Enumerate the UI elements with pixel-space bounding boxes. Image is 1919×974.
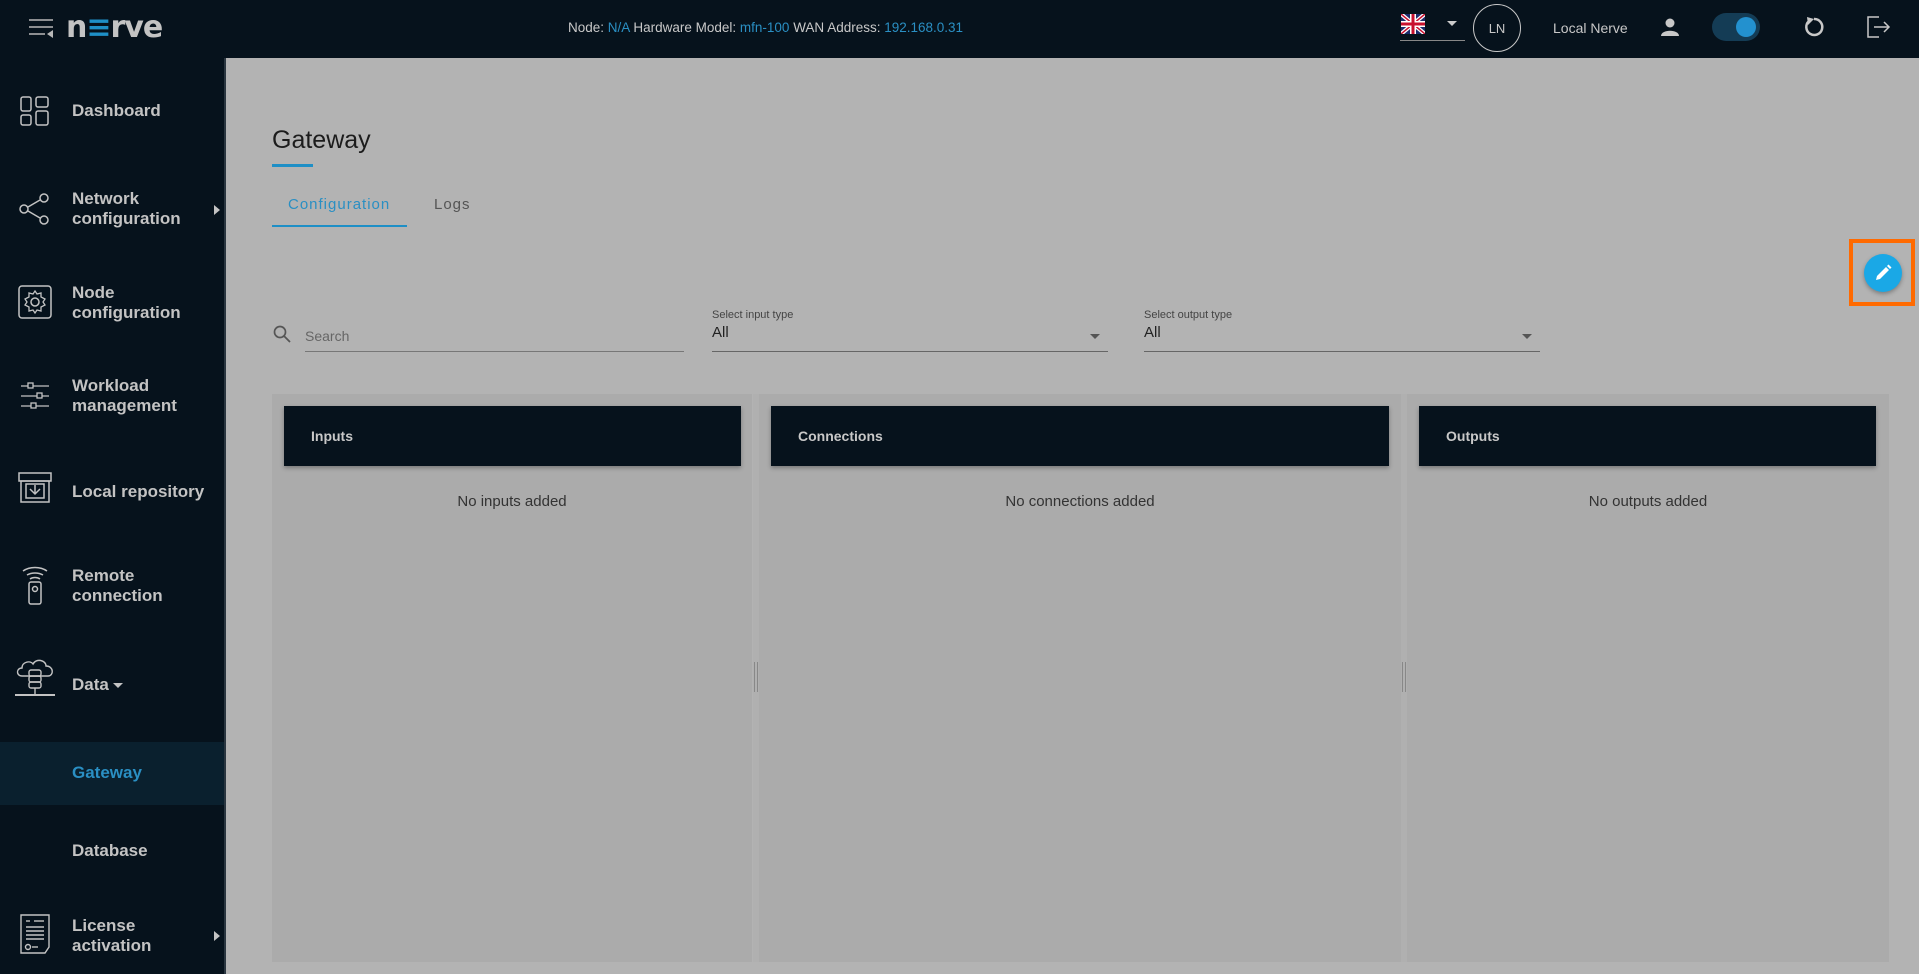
sidebar-item-label: Workload management: [72, 376, 177, 415]
inputs-panel: Inputs No inputs added: [272, 394, 752, 962]
nerve-logo: n≡rve: [66, 10, 163, 45]
outputs-panel: Outputs No outputs added: [1407, 394, 1889, 962]
wan-value: 192.168.0.31: [884, 20, 964, 35]
active-tab-indicator: [272, 225, 407, 227]
sidebar-item-workload-management[interactable]: Workload management: [0, 354, 224, 449]
sidebar-item-remote-connection[interactable]: Remote connection: [0, 541, 224, 636]
sidebar-item-label: Local repository: [72, 482, 205, 501]
input-type-label: Select input type: [712, 309, 794, 321]
empty-message: No outputs added: [1588, 493, 1708, 510]
sliders-icon: [21, 382, 49, 409]
logout-icon[interactable]: [1865, 14, 1891, 40]
inputs-panel-header: Inputs: [284, 406, 741, 466]
panel-title: Outputs: [1446, 428, 1500, 444]
top-bar: n≡rve Node: N/A Hardware Model: mfn-100 …: [0, 0, 1919, 58]
menu-collapse-icon[interactable]: [28, 17, 54, 39]
sidebar-item-gateway[interactable]: Gateway: [0, 742, 224, 805]
sidebar-item-data[interactable]: Data: [0, 636, 224, 736]
sidebar-item-label: Database: [72, 841, 148, 860]
tab-logs[interactable]: Logs: [434, 196, 471, 213]
drag-grip-icon: [754, 662, 758, 692]
chevron-down-icon: [1522, 334, 1532, 339]
sidebar-item-license-activation[interactable]: License activation: [0, 888, 224, 974]
node-label: Node:: [568, 20, 605, 35]
page-title: Gateway: [272, 126, 371, 154]
sidebar-item-label: Data: [72, 675, 109, 694]
chevron-down-icon[interactable]: [1447, 21, 1457, 26]
cloud-database-icon: [15, 659, 55, 696]
sidebar-item-label: Network configuration: [72, 189, 181, 228]
chevron-right-icon: [214, 931, 220, 941]
input-type-value: All: [712, 324, 729, 341]
hardware-label: Hardware Model:: [633, 20, 737, 35]
panel-title: Inputs: [311, 428, 353, 444]
uk-flag-icon: [1401, 14, 1425, 34]
sidebar-item-dashboard[interactable]: Dashboard: [0, 58, 224, 164]
refresh-icon[interactable]: [1803, 16, 1825, 38]
chevron-down-icon: [1090, 334, 1100, 339]
sidebar-item-label: Node configuration: [72, 283, 181, 322]
connections-panel-header: Connections: [771, 406, 1389, 466]
panel-title: Connections: [798, 428, 883, 444]
share-icon: [19, 193, 49, 225]
user-name: Local Nerve: [1553, 20, 1628, 36]
sidebar-item-label: Remote connection: [72, 566, 163, 605]
toggle-knob: [1736, 17, 1756, 37]
empty-message: No inputs added: [457, 493, 567, 510]
output-type-value: All: [1144, 324, 1161, 341]
search-icon: [273, 325, 291, 343]
sidebar-item-label: Dashboard: [72, 101, 161, 120]
output-type-label: Select output type: [1144, 309, 1233, 321]
chevron-down-icon: [113, 683, 123, 688]
theme-toggle[interactable]: [1712, 13, 1760, 41]
sidebar-item-database[interactable]: Database: [0, 813, 224, 888]
repository-icon: [18, 472, 52, 503]
pencil-icon: [1876, 264, 1892, 280]
sidebar-item-network-configuration[interactable]: Network configuration: [0, 164, 224, 259]
title-underline: [272, 164, 313, 167]
sidebar: Dashboard Network configuration Node confi…: [0, 58, 226, 974]
chevron-right-icon: [214, 205, 220, 215]
empty-message: No connections added: [1005, 493, 1155, 510]
edit-button[interactable]: [1864, 254, 1902, 292]
node-info: Node: N/A Hardware Model: mfn-100 WAN Ad…: [568, 20, 963, 35]
remote-icon: [22, 566, 48, 605]
sidebar-item-label: License activation: [72, 916, 152, 955]
wan-label: WAN Address:: [793, 20, 881, 35]
sidebar-item-local-repository[interactable]: Local repository: [0, 449, 224, 541]
drag-grip-icon: [1402, 662, 1406, 692]
input-type-select[interactable]: All: [712, 324, 1108, 352]
output-type-select[interactable]: All: [1144, 324, 1540, 352]
node-value: N/A: [607, 20, 630, 35]
gear-icon: [18, 285, 52, 319]
tab-configuration[interactable]: Configuration: [288, 196, 390, 213]
search-input[interactable]: [305, 320, 684, 352]
hardware-value: mfn-100: [739, 20, 790, 35]
user-icon[interactable]: [1660, 17, 1680, 37]
sidebar-item-label: Gateway: [72, 763, 142, 782]
edit-button-highlight[interactable]: [1849, 239, 1915, 306]
sidebar-item-node-configuration[interactable]: Node configuration: [0, 259, 224, 354]
license-icon: [20, 914, 50, 954]
avatar[interactable]: LN: [1473, 4, 1521, 52]
dashboard-icon: [20, 96, 49, 126]
outputs-panel-header: Outputs: [1419, 406, 1876, 466]
connections-panel: Connections No connections added: [759, 394, 1401, 962]
